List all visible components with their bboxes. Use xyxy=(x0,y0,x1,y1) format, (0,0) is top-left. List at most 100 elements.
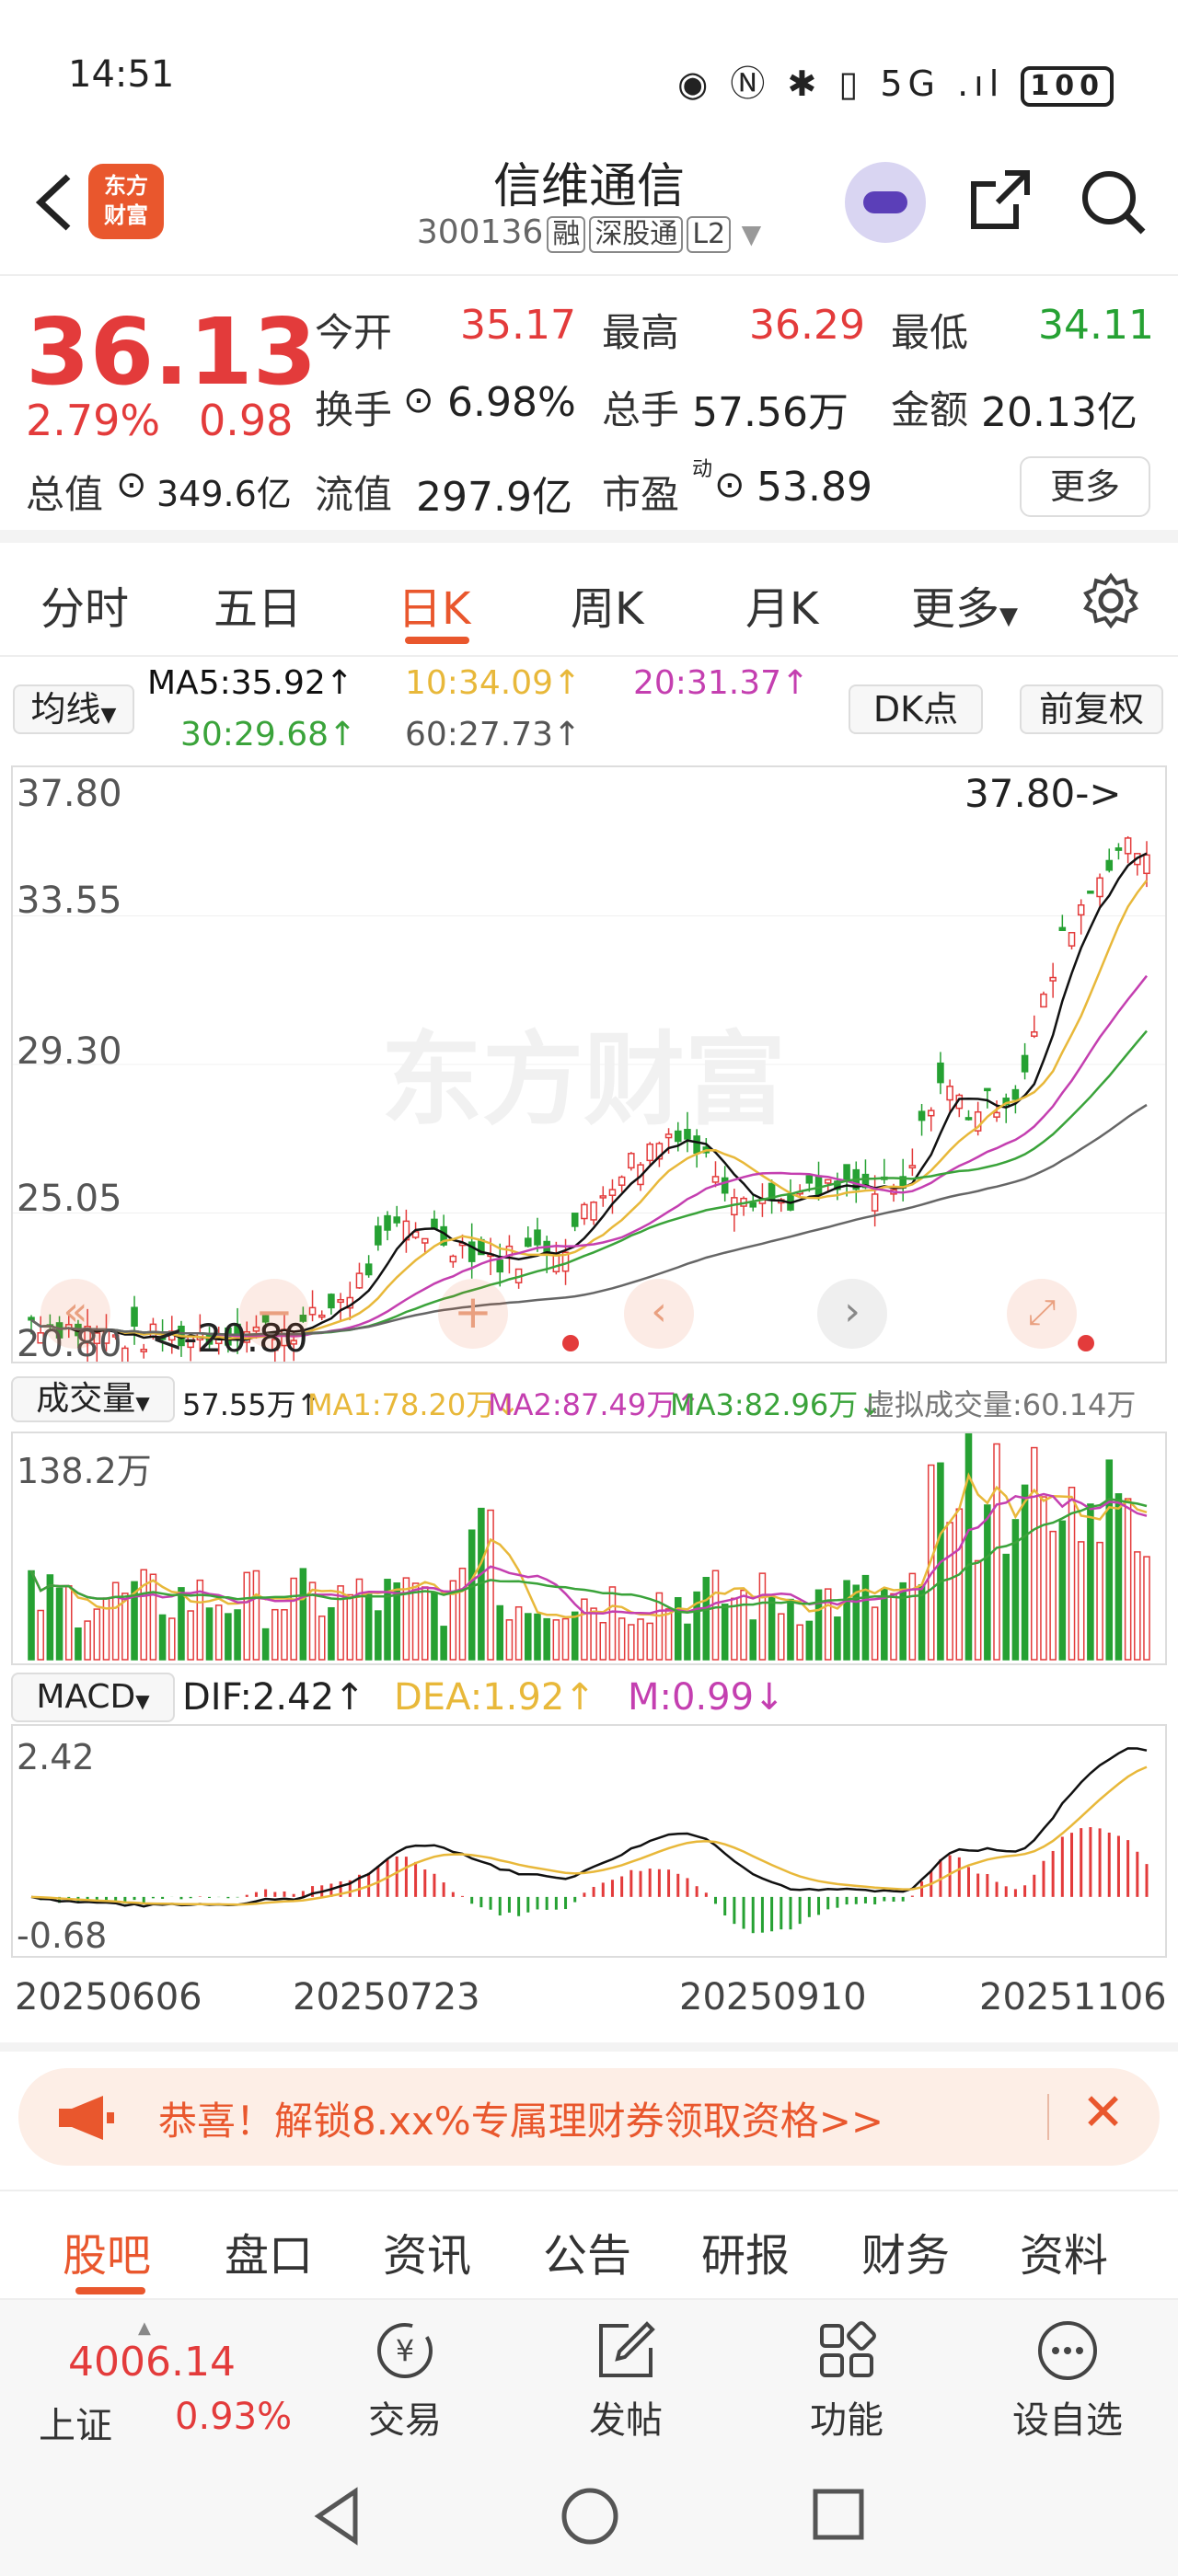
volume-bar xyxy=(1049,1530,1057,1661)
pan-right-button[interactable]: › xyxy=(817,1279,887,1349)
amount-value: 20.13亿 xyxy=(981,389,1138,436)
candle-body xyxy=(711,1176,720,1183)
volume-bar xyxy=(861,1574,870,1661)
tab-daily-k[interactable]: 日K xyxy=(398,572,470,637)
zoom-plus-button[interactable]: + xyxy=(438,1279,508,1349)
tab-news[interactable]: 资讯 xyxy=(383,2219,471,2283)
status-icons-glyphs: ◉ Ⓝ ✱ ▯ 5G .ıl xyxy=(677,63,1005,104)
dk-point-button[interactable]: DK点 xyxy=(849,684,983,734)
volume-bar xyxy=(328,1606,335,1661)
nav-watchlist[interactable]: 设自选 xyxy=(994,2317,1141,2444)
zoom-out-left-button[interactable]: « xyxy=(40,1279,110,1349)
volume-bar xyxy=(431,1592,438,1661)
info-icon[interactable]: ⊙ xyxy=(403,379,434,421)
settings-gear-icon[interactable] xyxy=(1082,572,1139,629)
kline-chart[interactable]: 东方财富 37.80 33.55 29.30 25.05 20.80 37.80… xyxy=(11,765,1167,1381)
status-bar: 14:51 ◉ Ⓝ ✱ ▯ 5G .ıl 100 xyxy=(0,0,1178,147)
tab-finance[interactable]: 财务 xyxy=(861,2219,950,2283)
more-button[interactable]: 更多 xyxy=(1020,456,1150,517)
pan-left-button[interactable]: ‹ xyxy=(624,1279,694,1349)
macd-selector[interactable]: MACD▼ xyxy=(11,1673,175,1722)
volume-selector[interactable]: 成交量▼ xyxy=(11,1376,175,1422)
info-icon[interactable]: ⊙ xyxy=(116,464,147,506)
search-icon[interactable] xyxy=(1079,167,1147,236)
share-icon[interactable] xyxy=(968,167,1033,232)
volume-bar xyxy=(243,1571,251,1661)
volume-svg[interactable] xyxy=(13,1417,1165,1663)
volume-bar xyxy=(525,1613,532,1661)
volume-bar xyxy=(111,1581,120,1661)
info-icon[interactable]: ⊙ xyxy=(714,464,745,506)
ma-selector[interactable]: 均线▼ xyxy=(13,684,134,734)
tab-announcements[interactable]: 公告 xyxy=(543,2219,631,2283)
macd-svg[interactable] xyxy=(13,1726,1165,1956)
pe-superscript: 动 xyxy=(692,458,713,481)
high-value: 36.29 xyxy=(749,302,865,349)
volume-bar xyxy=(514,1605,523,1661)
volume-header: 成交量▼ 57.55万↑ MA1:78.20万↓ MA2:87.49万↑ MA3… xyxy=(11,1371,1167,1426)
volume-bar xyxy=(505,1619,514,1661)
candle-body xyxy=(871,1193,879,1212)
volume-bar xyxy=(805,1620,814,1661)
candle-body xyxy=(1143,854,1150,875)
candle-body xyxy=(421,1237,429,1244)
volume-bar xyxy=(149,1573,157,1661)
high-label: 最高 xyxy=(602,310,680,355)
tag-connect: 深股通 xyxy=(589,216,684,253)
tab-pankou[interactable]: 盘口 xyxy=(225,2219,313,2283)
tab-guba[interactable]: 股吧 xyxy=(63,2219,151,2283)
nav-trade[interactable]: ¥ 交易 xyxy=(331,2317,479,2444)
tab-profile[interactable]: 资料 xyxy=(1020,2219,1108,2283)
volume-bar xyxy=(1040,1496,1047,1661)
close-icon[interactable]: ✕ xyxy=(1081,2083,1125,2143)
volume-bar xyxy=(318,1616,326,1661)
nav-functions[interactable]: 功能 xyxy=(773,2317,920,2444)
ma30-value: 30:29.68↑ xyxy=(180,716,357,753)
promo-banner[interactable]: 恭喜！解锁8.xx%专属理财券领取资格>> ✕ xyxy=(18,2068,1160,2166)
zoom-minus-button[interactable]: − xyxy=(239,1279,309,1349)
nav-post-label: 发帖 xyxy=(589,2399,663,2442)
candle-body xyxy=(1031,1030,1038,1037)
volume-bar xyxy=(346,1593,354,1661)
system-home-icon[interactable] xyxy=(558,2484,622,2548)
volume-bar xyxy=(1077,1541,1085,1661)
system-back-icon[interactable] xyxy=(309,2484,364,2548)
tab-intraday[interactable]: 分时 xyxy=(40,572,129,637)
tab-monthly-k[interactable]: 月K xyxy=(745,572,818,637)
volume-bar xyxy=(543,1617,550,1661)
tab-research[interactable]: 研报 xyxy=(701,2219,790,2283)
volume-bar xyxy=(167,1617,176,1661)
nav-post[interactable]: 发帖 xyxy=(552,2317,699,2444)
volume-bar xyxy=(946,1522,953,1661)
system-recents-icon[interactable] xyxy=(810,2486,867,2543)
dropdown-arrow-icon: ▼ xyxy=(999,603,1019,630)
assistant-avatar-icon[interactable] xyxy=(845,162,926,243)
fullscreen-button[interactable]: ⤢ xyxy=(1007,1279,1077,1349)
volume-bar xyxy=(205,1607,214,1661)
volume-bar xyxy=(702,1577,710,1661)
candle-body xyxy=(918,1110,926,1121)
open-value: 35.17 xyxy=(460,302,576,349)
candle-body xyxy=(618,1176,626,1186)
candle-body xyxy=(749,1202,757,1208)
index-ticker[interactable]: ▲ 4006.14 上证 0.93% xyxy=(37,2318,292,2447)
volume-chart[interactable]: 138.2万 xyxy=(11,1417,1167,1665)
vol-ma3: MA3:82.96万↓ xyxy=(670,1387,884,1422)
y-label-4: 25.05 xyxy=(17,1178,122,1220)
float-value: 297.9亿 xyxy=(416,474,572,521)
megaphone-icon xyxy=(59,2096,114,2140)
tab-five-day[interactable]: 五日 xyxy=(214,572,302,637)
tab-weekly-k[interactable]: 周K xyxy=(571,572,643,637)
y-label-top: 37.80 xyxy=(17,773,122,815)
macd-bottom-label: -0.68 xyxy=(17,1915,108,1956)
volume-bar xyxy=(552,1619,560,1661)
status-icons: ◉ Ⓝ ✱ ▯ 5G .ıl 100 xyxy=(677,55,1114,107)
volume-bar xyxy=(1114,1493,1123,1661)
candle-body xyxy=(646,1143,653,1162)
adjust-mode-button[interactable]: 前复权 xyxy=(1020,684,1163,734)
tab-more[interactable]: 更多▼ xyxy=(911,572,1018,637)
change-amount: 0.98 xyxy=(199,396,294,445)
vol-ma2: MA2:87.49万↑ xyxy=(488,1387,701,1422)
macd-chart[interactable]: 2.42 -0.68 xyxy=(11,1724,1167,1958)
open-label: 今开 xyxy=(315,310,393,355)
